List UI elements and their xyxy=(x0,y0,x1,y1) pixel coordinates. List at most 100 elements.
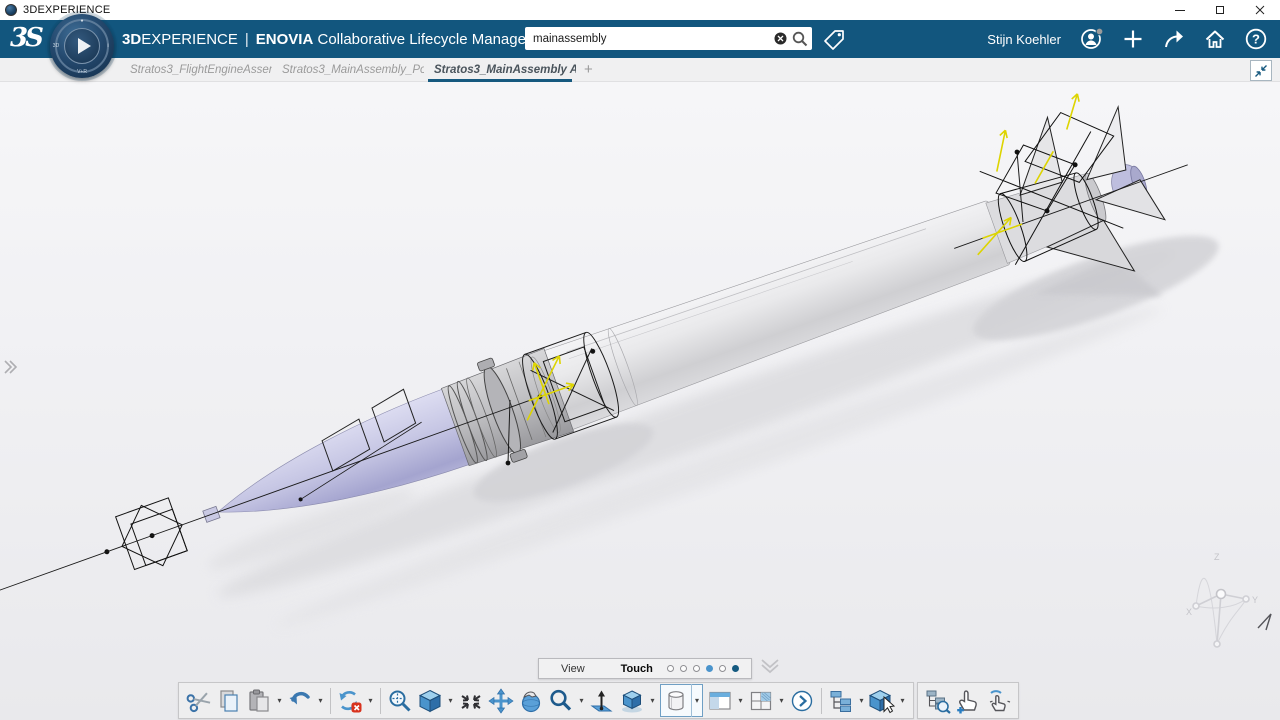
tab-flight-engine-assembly[interactable]: Stratos3_FlightEngineAssembl xyxy=(120,58,272,82)
select-cube-dropdown[interactable]: ▾ xyxy=(897,685,908,717)
split-view-button[interactable] xyxy=(705,685,735,717)
zoom-area-icon xyxy=(387,688,413,714)
split-view-dropdown[interactable]: ▾ xyxy=(735,685,746,717)
svg-text:?: ? xyxy=(1252,32,1260,47)
select-cube-button[interactable] xyxy=(867,685,897,717)
collapse-view-button[interactable] xyxy=(1250,60,1272,81)
fit-all-button[interactable] xyxy=(456,685,486,717)
tag-button[interactable] xyxy=(822,28,846,52)
grid-view-icon xyxy=(748,688,774,714)
double-chevron-down-icon xyxy=(760,658,780,674)
more-commands-button[interactable] xyxy=(787,685,817,717)
window-title: 3DEXPERIENCE xyxy=(23,4,110,16)
axis-z-label: Z xyxy=(1214,552,1220,562)
tree-button[interactable] xyxy=(826,685,856,717)
dot-6[interactable] xyxy=(732,665,739,672)
hand-plus-icon xyxy=(954,688,982,714)
tab-main-assembly-posts[interactable]: Stratos3_MainAssembly_PostS xyxy=(272,58,424,82)
page-dots xyxy=(665,665,751,672)
normal-view-icon xyxy=(589,688,615,714)
panel-expand-button[interactable] xyxy=(2,358,18,381)
share-button[interactable] xyxy=(1162,27,1186,51)
update-dropdown[interactable]: ▾ xyxy=(365,685,376,717)
plus-icon xyxy=(1123,29,1143,49)
undo-dropdown[interactable]: ▾ xyxy=(315,685,326,717)
rotate-icon xyxy=(518,688,544,714)
copy-icon xyxy=(216,688,242,714)
user-name: Stijn Koehler xyxy=(987,32,1061,47)
split-view-icon xyxy=(707,688,733,714)
iso-cube-icon xyxy=(417,688,443,714)
bar-collapse-button[interactable] xyxy=(760,658,780,679)
render-style-dropdown[interactable]: ▾ xyxy=(691,684,702,717)
search-box xyxy=(525,27,812,50)
view-cube-button[interactable] xyxy=(617,685,647,717)
app-icon xyxy=(5,4,17,16)
tab-main-assembly[interactable]: Stratos3_MainAssembly A.1 xyxy=(424,58,576,82)
compass-play-button[interactable] xyxy=(64,28,100,64)
pan-button[interactable] xyxy=(486,685,516,717)
maximize-button[interactable] xyxy=(1200,0,1240,20)
fit-all-icon xyxy=(458,688,484,714)
render-style-active-group: ▾ xyxy=(660,684,703,717)
grid-view-button[interactable] xyxy=(746,685,776,717)
zoom-button[interactable] xyxy=(546,685,576,717)
select-cube-icon xyxy=(868,688,896,714)
iso-view-button[interactable] xyxy=(415,685,445,717)
more-commands-icon xyxy=(790,689,814,713)
dot-1[interactable] xyxy=(667,665,674,672)
share-icon xyxy=(1163,28,1185,50)
3d-viewport[interactable]: X Y Z View Touch xyxy=(0,82,1280,720)
tree-search-button[interactable] xyxy=(923,685,953,717)
dot-2[interactable] xyxy=(680,665,687,672)
toolbar-separator xyxy=(821,688,822,714)
home-icon xyxy=(1204,28,1226,50)
paste-button[interactable] xyxy=(244,685,274,717)
maximize-icon xyxy=(1215,5,1225,15)
toolbar-separator xyxy=(330,688,331,714)
touch-mode-button[interactable]: Touch xyxy=(611,663,665,675)
view-mode-button[interactable]: View xyxy=(539,663,611,675)
search-clear-button[interactable] xyxy=(770,27,790,50)
user-profile-button[interactable] xyxy=(1080,27,1104,51)
touch-gesture-icon xyxy=(983,688,1013,714)
update-button[interactable] xyxy=(335,685,365,717)
normal-view-button[interactable] xyxy=(587,685,617,717)
close-button[interactable] xyxy=(1240,0,1280,20)
iso-view-dropdown[interactable]: ▾ xyxy=(445,685,456,717)
minimize-button[interactable] xyxy=(1160,0,1200,20)
tree-icon xyxy=(828,688,854,714)
add-content-button[interactable] xyxy=(1121,27,1145,51)
add-selection-button[interactable] xyxy=(953,685,983,717)
search-submit-button[interactable] xyxy=(790,27,810,50)
cut-icon xyxy=(186,688,212,714)
dot-3[interactable] xyxy=(693,665,700,672)
paste-dropdown[interactable]: ▾ xyxy=(274,685,285,717)
help-button[interactable]: ? xyxy=(1244,27,1268,51)
cut-button[interactable] xyxy=(184,685,214,717)
zoom-icon xyxy=(548,688,574,714)
touch-gesture-button[interactable] xyxy=(983,685,1013,717)
render-style-button[interactable] xyxy=(661,685,691,717)
minimize-icon xyxy=(1175,5,1185,15)
home-button[interactable] xyxy=(1203,27,1227,51)
undo-button[interactable] xyxy=(285,685,315,717)
axis-triad[interactable] xyxy=(1193,578,1249,647)
tree-dropdown[interactable]: ▾ xyxy=(856,685,867,717)
zoom-area-button[interactable] xyxy=(385,685,415,717)
dot-4[interactable] xyxy=(706,665,713,672)
zoom-dropdown[interactable]: ▾ xyxy=(576,685,587,717)
grid-view-dropdown[interactable]: ▾ xyxy=(776,685,787,717)
compass-social-icon: ● xyxy=(50,18,114,24)
view-cube-dropdown[interactable]: ▾ xyxy=(647,685,658,717)
double-chevron-right-icon xyxy=(2,358,18,376)
new-tab-button[interactable]: + xyxy=(576,58,601,82)
copy-button[interactable] xyxy=(214,685,244,717)
search-input[interactable] xyxy=(525,33,770,45)
toolbar-main-panel: ▾ ▾ ▾ xyxy=(178,682,914,719)
rotate-button[interactable] xyxy=(516,685,546,717)
help-icon: ? xyxy=(1245,28,1267,50)
3dcompass-button[interactable]: ● 3D i V+R xyxy=(50,14,114,78)
dot-5[interactable] xyxy=(719,665,726,672)
tree-search-icon xyxy=(924,688,952,714)
